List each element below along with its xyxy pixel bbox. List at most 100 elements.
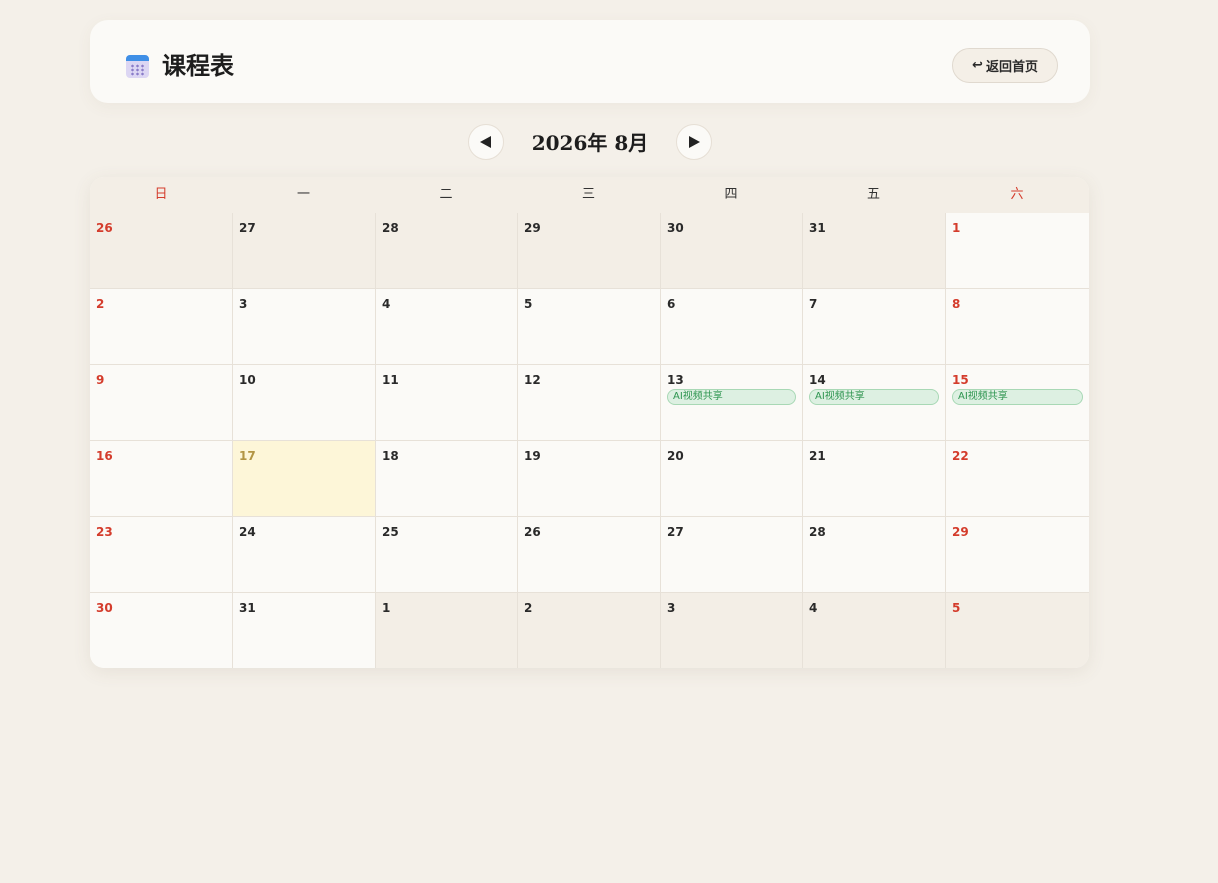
day-number: 18 bbox=[382, 449, 399, 463]
week-row: 30 31 1 2 3 4 5 bbox=[90, 592, 1089, 668]
triangle-left-icon bbox=[480, 136, 491, 148]
day-cell[interactable]: 26 bbox=[517, 517, 660, 592]
event-chip[interactable]: AI视频共享 bbox=[952, 389, 1083, 405]
day-cell[interactable]: 23 bbox=[90, 517, 232, 592]
day-number: 31 bbox=[809, 221, 826, 235]
day-number: 21 bbox=[809, 449, 826, 463]
day-cell[interactable]: 13 AI视频共享 bbox=[660, 365, 802, 440]
day-number: 30 bbox=[667, 221, 684, 235]
day-cell[interactable]: 7 bbox=[802, 289, 945, 364]
day-cell[interactable]: 2 bbox=[517, 593, 660, 668]
day-number: 8 bbox=[952, 297, 961, 311]
day-number: 4 bbox=[809, 601, 818, 615]
day-cell[interactable]: 8 bbox=[945, 289, 1089, 364]
day-number: 25 bbox=[382, 525, 399, 539]
day-cell[interactable]: 30 bbox=[660, 213, 802, 288]
day-cell[interactable]: 4 bbox=[802, 593, 945, 668]
week-row: 23 24 25 26 27 28 29 bbox=[90, 516, 1089, 592]
day-number: 28 bbox=[809, 525, 826, 539]
day-number: 6 bbox=[667, 297, 676, 311]
day-cell[interactable]: 6 bbox=[660, 289, 802, 364]
day-number: 29 bbox=[524, 221, 541, 235]
day-number: 4 bbox=[382, 297, 391, 311]
day-number: 3 bbox=[239, 297, 248, 311]
day-number: 29 bbox=[952, 525, 969, 539]
day-cell[interactable]: 31 bbox=[232, 593, 375, 668]
day-number: 30 bbox=[96, 601, 113, 615]
day-cell[interactable]: 1 bbox=[945, 213, 1089, 288]
day-cell[interactable]: 9 bbox=[90, 365, 232, 440]
day-number: 14 bbox=[809, 373, 826, 387]
weekday-label: 六 bbox=[1010, 187, 1024, 202]
day-cell-today[interactable]: 17 bbox=[232, 441, 375, 516]
day-cell[interactable]: 22 bbox=[945, 441, 1089, 516]
day-number: 12 bbox=[524, 373, 541, 387]
day-cell[interactable]: 5 bbox=[517, 289, 660, 364]
day-number: 2 bbox=[96, 297, 105, 311]
weekday-label: 三 bbox=[581, 187, 595, 202]
day-number: 31 bbox=[239, 601, 256, 615]
day-cell[interactable]: 14 AI视频共享 bbox=[802, 365, 945, 440]
week-row: 26 27 28 29 30 31 1 bbox=[90, 213, 1089, 288]
day-cell[interactable]: 26 bbox=[90, 213, 232, 288]
day-cell[interactable]: 27 bbox=[660, 517, 802, 592]
day-cell[interactable]: 19 bbox=[517, 441, 660, 516]
day-number: 28 bbox=[382, 221, 399, 235]
day-cell[interactable]: 29 bbox=[945, 517, 1089, 592]
day-cell[interactable]: 10 bbox=[232, 365, 375, 440]
day-cell[interactable]: 12 bbox=[517, 365, 660, 440]
day-number: 11 bbox=[382, 373, 399, 387]
return-arrow-icon: ↩ bbox=[972, 58, 983, 73]
day-number: 22 bbox=[952, 449, 969, 463]
day-cell[interactable]: 16 bbox=[90, 441, 232, 516]
day-cell[interactable]: 15 AI视频共享 bbox=[945, 365, 1089, 440]
week-row: 16 17 18 19 20 21 22 bbox=[90, 440, 1089, 516]
day-cell[interactable]: 5 bbox=[945, 593, 1089, 668]
day-cell[interactable]: 28 bbox=[375, 213, 517, 288]
day-cell[interactable]: 4 bbox=[375, 289, 517, 364]
next-month-button[interactable] bbox=[676, 124, 712, 160]
day-number: 1 bbox=[952, 221, 961, 235]
day-number: 5 bbox=[952, 601, 961, 615]
calendar-icon bbox=[126, 55, 149, 78]
day-number: 20 bbox=[667, 449, 684, 463]
page-title: 课程表 bbox=[162, 51, 234, 80]
day-number: 10 bbox=[239, 373, 256, 387]
month-title: 2026年 8月 bbox=[531, 131, 649, 155]
event-chip[interactable]: AI视频共享 bbox=[667, 389, 796, 405]
day-cell[interactable]: 28 bbox=[802, 517, 945, 592]
triangle-right-icon bbox=[689, 136, 700, 148]
header-card: 课程表 ↩ 返回首页 bbox=[90, 20, 1090, 103]
day-number: 19 bbox=[524, 449, 541, 463]
day-cell[interactable]: 18 bbox=[375, 441, 517, 516]
week-row: 9 10 11 12 13 AI视频共享 14 AI视频共享 15 AI视频共享 bbox=[90, 364, 1089, 440]
day-cell[interactable]: 3 bbox=[232, 289, 375, 364]
day-number: 3 bbox=[667, 601, 676, 615]
day-number: 7 bbox=[809, 297, 818, 311]
day-cell[interactable]: 1 bbox=[375, 593, 517, 668]
day-cell[interactable]: 2 bbox=[90, 289, 232, 364]
day-cell[interactable]: 30 bbox=[90, 593, 232, 668]
day-cell[interactable]: 31 bbox=[802, 213, 945, 288]
calendar-grid: 日一二三四五六 26 27 28 29 30 31 1 2 3 4 5 6 7 8 9 10 11 12 13 AI视… bbox=[90, 177, 1089, 668]
weekday-label: 二 bbox=[439, 187, 453, 202]
week-row: 2 3 4 5 6 7 8 bbox=[90, 288, 1089, 364]
day-number: 13 bbox=[667, 373, 684, 387]
event-chip[interactable]: AI视频共享 bbox=[809, 389, 939, 405]
day-cell[interactable]: 27 bbox=[232, 213, 375, 288]
day-cell[interactable]: 25 bbox=[375, 517, 517, 592]
prev-month-button[interactable] bbox=[468, 124, 504, 160]
weekday-label: 日 bbox=[154, 187, 168, 202]
day-cell[interactable]: 21 bbox=[802, 441, 945, 516]
day-cell[interactable]: 20 bbox=[660, 441, 802, 516]
back-home-button[interactable]: ↩ 返回首页 bbox=[952, 48, 1058, 83]
day-cell[interactable]: 29 bbox=[517, 213, 660, 288]
weekday-label: 五 bbox=[866, 187, 880, 202]
day-cell[interactable]: 11 bbox=[375, 365, 517, 440]
day-number: 17 bbox=[239, 449, 256, 463]
day-cell[interactable]: 3 bbox=[660, 593, 802, 668]
calendar-days: 26 27 28 29 30 31 1 2 3 4 5 6 7 8 9 10 11 12 13 AI视频共享 14 AI视… bbox=[90, 213, 1089, 668]
day-number: 2 bbox=[524, 601, 533, 615]
day-number: 9 bbox=[96, 373, 105, 387]
day-cell[interactable]: 24 bbox=[232, 517, 375, 592]
